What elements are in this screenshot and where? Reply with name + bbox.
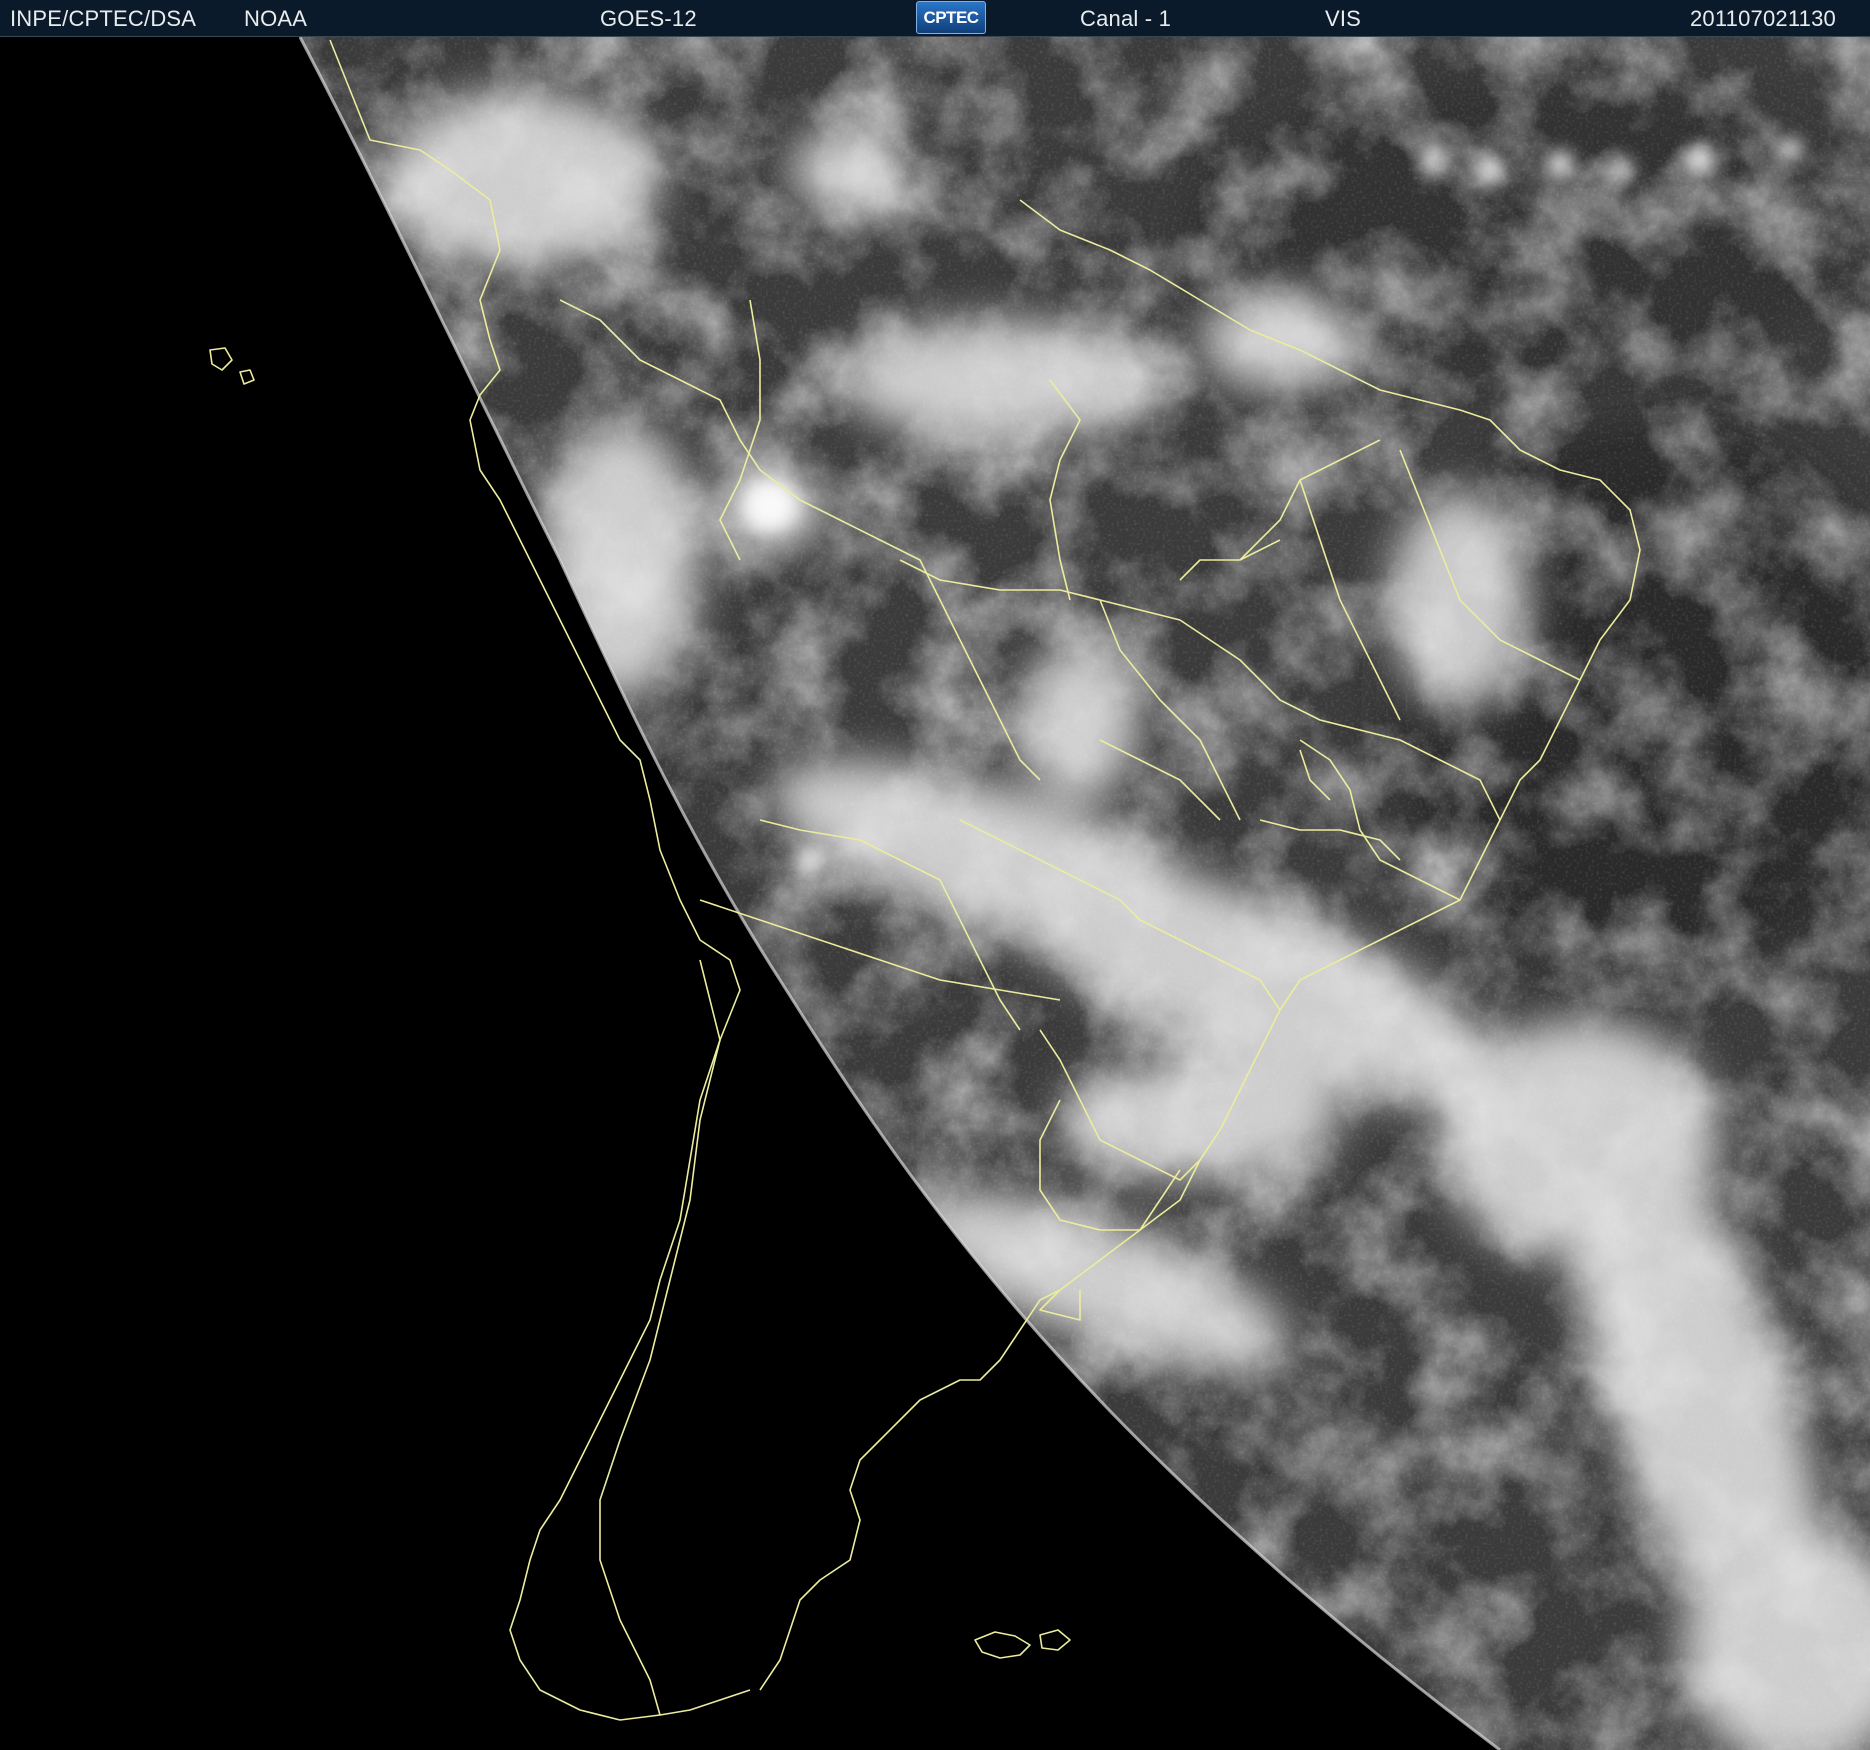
satellite-label: GOES-12 xyxy=(600,6,697,31)
logo-text: CPTEC xyxy=(923,7,979,27)
channel-label: Canal - 1 xyxy=(1080,6,1172,31)
cptec-logo: CPTEC xyxy=(916,1,986,34)
band-label: VIS xyxy=(1325,6,1362,31)
satellite-map xyxy=(0,37,1870,1750)
agency-label: NOAA xyxy=(244,6,308,31)
timestamp-label: 201107021130 xyxy=(1690,6,1836,31)
org-label: INPE/CPTEC/DSA xyxy=(10,6,197,31)
image-header-bar: INPE/CPTEC/DSA NOAA GOES-12 CPTEC Canal … xyxy=(0,0,1870,37)
